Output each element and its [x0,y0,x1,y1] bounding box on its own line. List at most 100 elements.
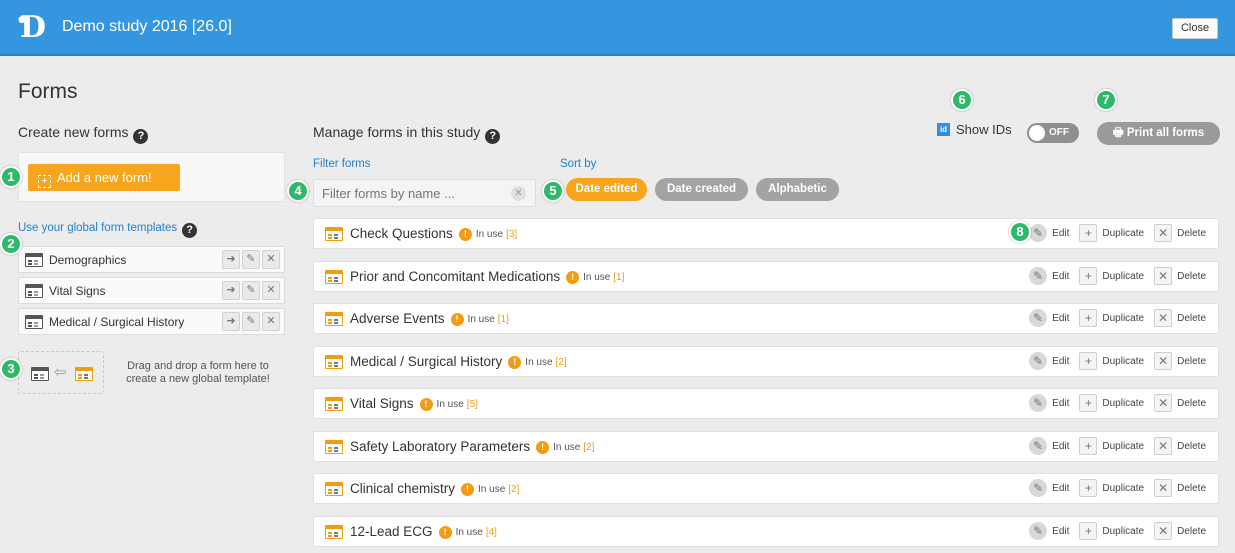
form-icon [25,253,43,267]
help-icon[interactable]: ? [182,223,198,238]
in-use-badge: ! In use [3] [458,228,517,241]
delete-button[interactable]: ✕ Delete [1154,267,1206,285]
edit-button[interactable]: ✎ Edit [1029,394,1069,412]
warning-icon: ! [566,271,580,284]
template-name: Demographics [49,253,127,267]
callout-badge: 7 [1095,89,1117,111]
form-row[interactable]: Medical / Surgical History ! In use [2] ✎ Edi… [313,346,1219,377]
global-templates-link[interactable]: Use your global form templates? [18,222,198,238]
template-name: Vital Signs [49,284,106,298]
delete-button[interactable]: ✕ Delete [1154,352,1206,370]
edit-button[interactable]: ✎ Edit [1029,267,1069,285]
pencil-icon: ✎ [1029,522,1048,540]
app-logo: ● D [18,10,47,45]
clear-filter-icon[interactable]: ✕ [511,186,526,201]
use-template-icon[interactable]: ➜ [222,250,240,269]
in-use-badge: ! In use [2] [536,441,594,454]
edit-button[interactable]: ✎ Edit [1029,309,1069,327]
edit-template-icon[interactable]: ✎ [242,250,260,269]
template-item[interactable]: Vital Signs ➜ ✎ ✕ [18,277,285,304]
help-icon[interactable]: ? [133,129,149,144]
usage-count: [2] [583,442,595,453]
form-row[interactable]: Vital Signs ! In use [5] ✎ Edit + Duplicate ✕ Del… [313,388,1219,419]
form-name: Clinical chemistry [350,481,456,496]
in-use-badge: ! In use [4] [438,526,497,539]
row-actions: ✎ Edit + Duplicate ✕ Delete [1019,267,1206,285]
study-title: Demo study 2016 [26.0] [62,18,232,35]
form-row[interactable]: 12-Lead ECG ! In use [4] ✎ Edit + Duplicate ✕ Del… [313,516,1219,547]
edit-button[interactable]: ✎ Edit [1029,352,1069,370]
pencil-icon: ✎ [1029,352,1048,370]
delete-template-icon[interactable]: ✕ [262,281,280,300]
duplicate-button[interactable]: + Duplicate [1079,479,1144,497]
template-item[interactable]: Demographics ➜ ✎ ✕ [18,246,285,273]
show-ids-toggle[interactable]: OFF [1027,123,1079,143]
edit-template-icon[interactable]: ✎ [242,312,260,331]
plus-icon: + [1079,437,1098,455]
use-template-icon[interactable]: ➜ [222,312,240,331]
delete-button[interactable]: ✕ Delete [1154,437,1206,455]
template-drop-zone[interactable]: ⇦ [18,351,104,394]
plus-icon: + [1079,309,1098,327]
form-name: Adverse Events [350,311,445,326]
usage-count: [2] [555,357,567,368]
sort-date-created[interactable]: Date created [655,178,748,201]
duplicate-button[interactable]: + Duplicate [1079,352,1144,370]
edit-template-icon[interactable]: ✎ [242,281,260,300]
form-row[interactable]: Clinical chemistry ! In use [2] ✎ Edit + Duplic… [313,473,1219,504]
use-template-icon[interactable]: ➜ [222,281,240,300]
callout-badge: 5 [542,180,564,202]
close-icon: ✕ [1154,309,1173,327]
form-row[interactable]: Check Questions ! In use [3] ✎ Edit + Duplicate… [313,218,1219,249]
delete-template-icon[interactable]: ✕ [262,250,280,269]
close-icon: ✕ [1154,522,1173,540]
edit-button[interactable]: ✎ Edit [1029,437,1069,455]
form-icon [325,482,343,496]
delete-template-icon[interactable]: ✕ [262,312,280,331]
sort-alphabetic[interactable]: Alphabetic [756,178,839,201]
callout-badge: 4 [287,180,309,202]
duplicate-button[interactable]: + Duplicate [1079,309,1144,327]
filter-label: Filter forms [313,158,371,170]
arrow-left-icon: ⇦ [54,364,67,381]
duplicate-button[interactable]: + Duplicate [1079,394,1144,412]
form-name-wrap: Clinical chemistry ! In use [2] [350,481,519,496]
form-icon [25,315,43,329]
close-icon: ✕ [1154,352,1173,370]
form-name-wrap: Check Questions ! In use [3] [350,226,517,241]
create-forms-heading: Create new forms? [18,124,149,144]
delete-button[interactable]: ✕ Delete [1154,309,1206,327]
callout-badge: 6 [951,89,973,111]
edit-button[interactable]: ✎ Edit [1029,522,1069,540]
row-actions: ✎ Edit + Duplicate ✕ Delete [1019,522,1206,540]
delete-button[interactable]: ✕ Delete [1154,394,1206,412]
row-actions: ✎ Edit + Duplicate ✕ Delete [1019,309,1206,327]
form-name: Safety Laboratory Parameters [350,439,531,454]
form-row[interactable]: Safety Laboratory Parameters ! In use [2] ✎ E… [313,431,1219,462]
duplicate-button[interactable]: + Duplicate [1079,224,1144,242]
close-button[interactable]: Close [1172,18,1218,39]
add-form-button[interactable]: + Add a new form! [28,164,180,191]
show-ids: id Show IDs [937,122,1012,137]
print-all-forms-button[interactable]: 🖶 Print all forms [1097,122,1220,145]
help-icon[interactable]: ? [485,129,501,144]
form-row[interactable]: Prior and Concomitant Medications ! In use… [313,261,1219,292]
delete-button[interactable]: ✕ Delete [1154,224,1206,242]
duplicate-button[interactable]: + Duplicate [1079,522,1144,540]
plus-icon: + [1079,522,1098,540]
duplicate-button[interactable]: + Duplicate [1079,437,1144,455]
filter-input[interactable] [313,179,536,207]
form-icon [325,270,343,284]
duplicate-button[interactable]: + Duplicate [1079,267,1144,285]
form-row[interactable]: Adverse Events ! In use [1] ✎ Edit + Duplicate ✕… [313,303,1219,334]
delete-button[interactable]: ✕ Delete [1154,522,1206,540]
template-item[interactable]: Medical / Surgical History ➜ ✎ ✕ [18,308,285,335]
edit-button[interactable]: ✎ Edit [1029,224,1069,242]
delete-button[interactable]: ✕ Delete [1154,479,1206,497]
close-icon: ✕ [1154,437,1173,455]
form-name-wrap: Medical / Surgical History ! In use [2] [350,354,567,369]
callout-badge: 2 [0,233,22,255]
sort-date-edited[interactable]: Date edited [566,178,647,201]
edit-button[interactable]: ✎ Edit [1029,479,1069,497]
warning-icon: ! [450,313,464,326]
